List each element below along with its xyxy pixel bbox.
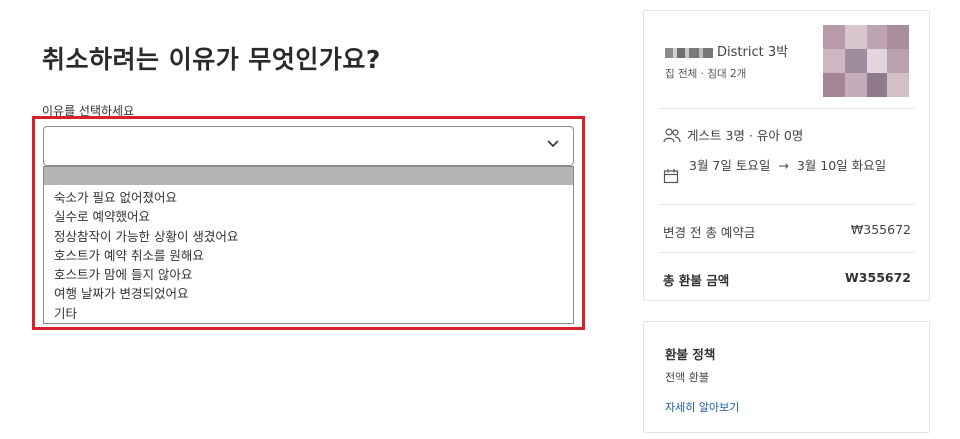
- policy-text: 전액 환불: [665, 371, 709, 384]
- learn-more-link[interactable]: 자세히 알아보기: [665, 399, 739, 415]
- listing-photo[interactable]: [823, 25, 909, 97]
- policy-title: 환불 정책: [665, 347, 716, 362]
- listing-name: District 3박: [665, 41, 788, 60]
- original-price-label: 변경 전 총 예약금: [663, 225, 756, 240]
- guests-row: 게스트 3명 · 유아 0명: [663, 125, 803, 144]
- dropdown-option[interactable]: 호스트가 맘에 들지 않아요: [44, 265, 573, 284]
- refund-total-row: 총 환불 금액 W355672: [663, 270, 911, 289]
- guests-text: 게스트 3명 · 유아 0명: [687, 128, 804, 143]
- refund-total-label: 총 환불 금액: [663, 273, 730, 288]
- calendar-icon: [663, 169, 679, 184]
- page-title: 취소하려는 이유가 무엇인가요?: [42, 45, 381, 74]
- dropdown-option[interactable]: 숙소가 필요 없어졌어요: [44, 188, 573, 207]
- users-icon: [663, 127, 681, 142]
- dropdown-option[interactable]: 정상참작이 가능한 상황이 생겼어요: [44, 227, 573, 246]
- divider: [660, 108, 915, 109]
- refund-total-value: W355672: [845, 270, 911, 285]
- original-price-value: ₩355672: [850, 222, 911, 237]
- checkout-date: 3월 10일 화요일: [796, 158, 887, 173]
- checkin-date: 3월 7일 토요일: [689, 158, 771, 173]
- original-price-row: 변경 전 총 예약금 ₩355672: [663, 222, 911, 241]
- divider: [660, 252, 915, 253]
- dropdown-option[interactable]: 호스트가 예약 취소를 원해요: [44, 246, 573, 265]
- listing-photo-image: [823, 25, 909, 97]
- arrow-right-icon: →: [778, 158, 789, 173]
- reason-dropdown-list: 숙소가 필요 없어졌어요 실수로 예약했어요 정상참작이 가능한 상황이 생겼어…: [43, 166, 574, 324]
- refund-policy-card: 환불 정책 전액 환불 자세히 알아보기: [643, 321, 930, 433]
- chevron-down-icon[interactable]: [547, 140, 559, 148]
- dropdown-option[interactable]: 여행 날짜가 변경되었어요: [44, 284, 573, 303]
- dates-text: 3월 7일 토요일 → 3월 10일 화요일: [689, 156, 909, 176]
- listing-details: 집 전체 · 침대 2개: [665, 68, 747, 80]
- dropdown-option[interactable]: 기타: [44, 304, 573, 323]
- dropdown-option-placeholder[interactable]: [44, 167, 573, 185]
- blurred-text: [665, 47, 713, 58]
- divider: [660, 204, 915, 205]
- dropdown-option[interactable]: 실수로 예약했어요: [44, 207, 573, 226]
- booking-summary-card: District 3박 집 전체 · 침대 2개 게스트 3명 · 유아 0명: [643, 10, 930, 301]
- reason-select[interactable]: [43, 126, 574, 166]
